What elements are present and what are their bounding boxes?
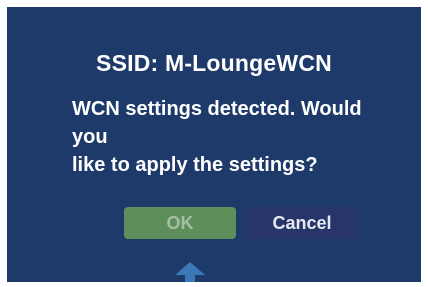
- dialog-message-line-2: like to apply the settings?: [72, 154, 318, 176]
- dialog-message: WCN settings detected. Would you like to…: [72, 95, 392, 179]
- ok-button[interactable]: OK: [124, 207, 236, 239]
- up-arrow-icon[interactable]: [175, 262, 205, 282]
- dialog-message-line-1: WCN settings detected. Would you: [72, 98, 362, 148]
- cancel-button[interactable]: Cancel: [246, 207, 358, 239]
- ssid-title: SSID: M-LoungeWCN: [96, 50, 332, 76]
- wcn-dialog: SSID: M-LoungeWCN WCN settings detected.…: [7, 7, 421, 282]
